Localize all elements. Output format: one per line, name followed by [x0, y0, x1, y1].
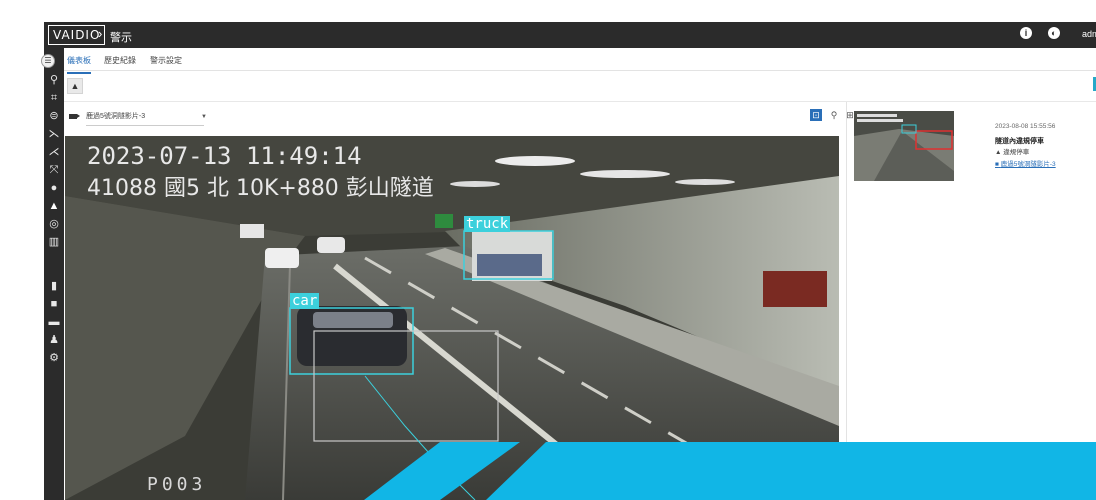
alert-level-label: 違規停車: [1003, 149, 1030, 156]
camera-select[interactable]: 鹿過5號洞隧影片-3: [86, 109, 204, 126]
alert-card[interactable]: 2023-08-08 15:55:56 隧道內違規停車 ▲ 違規停車 ■ 鹿過5…: [854, 111, 1096, 183]
tab-history[interactable]: 歷史紀錄: [104, 55, 136, 66]
detection-view-button[interactable]: ⊡: [810, 109, 822, 121]
alert-camera-label: 鹿過5號洞隧影片-3: [1000, 161, 1056, 168]
alert-camera-link[interactable]: ■ 鹿過5號洞隧影片-3: [995, 158, 1056, 168]
bell-icon[interactable]: ▲: [47, 200, 61, 212]
filter-row: ▲: [64, 71, 1096, 102]
alert-thumbnail[interactable]: [854, 111, 954, 181]
person-fall-icon[interactable]: ⤧: [47, 164, 61, 176]
video-player[interactable]: 2023-07-13 11:49:14 41088 國5 北 10K+880 彭…: [65, 136, 839, 500]
alert-rule-name: 隧道內違規停車: [995, 138, 1044, 145]
app-window: VAIDIO › 警示 i ◐ adm ☰ ⚲ ⌗ ⊜ ⋋ ⋌ ⤧ ● ▲ ◎ …: [41, 22, 1096, 500]
settings-icon[interactable]: ⚙: [47, 352, 61, 364]
document-icon[interactable]: ▮: [47, 280, 61, 292]
globe-icon[interactable]: ◐: [1048, 27, 1060, 39]
camera-icon: [69, 114, 80, 119]
target-icon[interactable]: ◎: [47, 218, 61, 230]
person-run-icon[interactable]: ⋌: [47, 146, 61, 158]
top-bar: VAIDIO › 警示 i ◐ adm: [44, 22, 1096, 48]
device-icon[interactable]: ▬: [47, 316, 61, 328]
truck-label: truck: [464, 216, 511, 232]
alert-level: ▲ 違規停車: [995, 146, 1029, 156]
page-title: 警示: [110, 32, 132, 44]
user-menu[interactable]: adm: [1082, 29, 1096, 39]
camera-row: 鹿過5號洞隧影片-3 ▼ ⊡ ⚲ ⊞: [64, 105, 854, 131]
breadcrumb-separator: ›: [98, 26, 103, 41]
bell-icon: ▲: [995, 149, 1002, 156]
face-scan-icon[interactable]: ⌗: [47, 92, 61, 104]
vehicle-icon[interactable]: ⊜: [47, 110, 61, 122]
panel-divider: [846, 102, 847, 500]
search-icon[interactable]: ⚲: [47, 74, 61, 86]
person-walk-icon[interactable]: ⋋: [47, 128, 61, 140]
info-icon[interactable]: i: [1020, 27, 1032, 39]
video-code: P003: [147, 474, 207, 495]
vaidio-logo[interactable]: VAIDIO: [48, 25, 106, 45]
user-icon[interactable]: ♟: [47, 334, 61, 346]
alert-time: 2023-08-08 15:55:56: [995, 123, 1056, 130]
camera-icon[interactable]: ■: [47, 298, 61, 310]
tab-bar: 儀表板 歷史紀錄 警示設定: [64, 48, 1096, 74]
chart-icon[interactable]: ▥: [47, 236, 61, 248]
sidebar-toggle-icon[interactable]: ☰: [41, 54, 55, 68]
bell-filter-button[interactable]: ▲: [67, 78, 83, 94]
tab-dashboard[interactable]: 儀表板: [67, 55, 91, 74]
alert-circle-icon[interactable]: ●: [47, 182, 61, 194]
sidebar: ☰ ⚲ ⌗ ⊜ ⋋ ⋌ ⤧ ● ▲ ◎ ▥ ▮ ■ ▬ ♟ ⚙: [41, 48, 64, 500]
car-label: car: [290, 293, 320, 309]
video-location: 41088 國5 北 10K+880 彭山隧道: [87, 176, 434, 201]
video-timestamp: 2023-07-13 11:49:14: [87, 142, 362, 170]
map-pin-icon[interactable]: ⚲: [828, 109, 840, 121]
camera-icon: ■: [995, 161, 999, 168]
tab-alert-settings[interactable]: 警示設定: [150, 55, 182, 66]
chevron-down-icon[interactable]: ▼: [201, 114, 207, 120]
